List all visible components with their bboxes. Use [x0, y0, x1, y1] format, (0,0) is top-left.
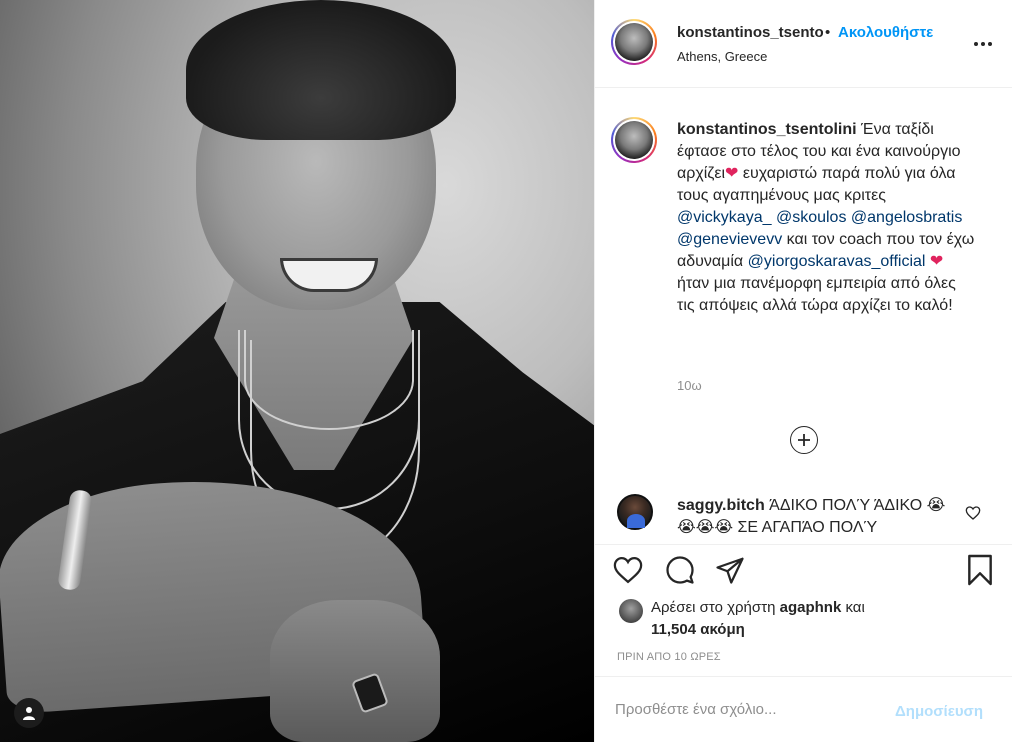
- photo-hand: [270, 600, 440, 742]
- caption-username[interactable]: konstantinos_tsentolini: [677, 121, 857, 138]
- commenter-avatar[interactable]: [617, 494, 653, 530]
- post-location[interactable]: Athens, Greece: [677, 49, 767, 64]
- comment-input[interactable]: [615, 701, 885, 718]
- likes-prefix: Αρέσει στο χρήστη: [651, 599, 776, 616]
- post-actions: Αρέσει στο χρήστη agaphnk και 11,504 ακό…: [595, 544, 1012, 676]
- save-button[interactable]: [963, 553, 997, 587]
- author-avatar[interactable]: [611, 19, 657, 65]
- load-more-comments-button[interactable]: [790, 426, 818, 454]
- comment-like-icon[interactable]: [965, 505, 981, 521]
- liker-avatar[interactable]: [619, 599, 643, 623]
- caption-text: ήταν μια πανέμορφη εμπειρία από όλες τις…: [677, 275, 956, 314]
- plus-circle-icon: [798, 434, 810, 446]
- post-caption: konstantinos_tsentolini Ένα ταξίδι έφτασ…: [677, 119, 977, 317]
- follow-button[interactable]: Ακολουθήστε: [838, 24, 933, 41]
- user-tag-button[interactable]: [14, 698, 44, 728]
- post-header: konstantinos_tsentolini • Ακολουθήστε At…: [595, 0, 1012, 88]
- mention-link[interactable]: @vickykaya_: [677, 209, 772, 226]
- caption-author-avatar[interactable]: [611, 117, 657, 163]
- mention-link[interactable]: @genevievevv: [677, 231, 782, 248]
- mention-link[interactable]: @yiorgoskaravas_official: [748, 253, 926, 270]
- post-photo[interactable]: [0, 0, 594, 742]
- photo-hair: [186, 0, 456, 140]
- likes-count[interactable]: 11,504 ακόμη: [651, 621, 745, 638]
- user-tag-icon: [23, 707, 35, 720]
- heart-emoji: ❤: [929, 253, 944, 270]
- author-username[interactable]: konstantinos_tsentolini: [677, 24, 823, 41]
- comment: saggy.bitch ΆΔΙΚΟ ΠΟΛΎ ΆΔΙΚΟ 😭😭😭😭 ΣΕ ΑΓΑ…: [677, 495, 957, 539]
- mention-link[interactable]: @angelosbratis: [851, 209, 962, 226]
- publish-comment-button[interactable]: Δημοσίευση: [895, 703, 983, 720]
- share-button[interactable]: [713, 553, 747, 587]
- comment-button[interactable]: [663, 553, 697, 587]
- header-separator: •: [825, 24, 831, 41]
- likes-and: και: [845, 599, 865, 616]
- liker-username[interactable]: agaphnk: [780, 599, 842, 616]
- comment-icon: [666, 556, 694, 584]
- caption-timestamp[interactable]: 10ω: [677, 378, 702, 393]
- comment-username[interactable]: saggy.bitch: [677, 497, 765, 514]
- mention-link[interactable]: @skoulos: [776, 209, 847, 226]
- like-button[interactable]: [611, 553, 645, 587]
- more-options-icon[interactable]: [971, 34, 995, 54]
- share-icon: [716, 557, 744, 584]
- heart-icon: [613, 556, 643, 584]
- post-timestamp[interactable]: ΠΡΙΝ ΑΠΟ 10 ΩΡΕΣ: [617, 651, 721, 663]
- comments-area: konstantinos_tsentolini Ένα ταξίδι έφτασ…: [595, 89, 1012, 544]
- bookmark-icon: [968, 554, 992, 586]
- heart-emoji: ❤: [725, 165, 739, 182]
- likes-summary: Αρέσει στο χρήστη agaphnk και 11,504 ακό…: [651, 597, 951, 641]
- add-comment-bar: Δημοσίευση: [595, 676, 1012, 742]
- post-side-panel: konstantinos_tsentolini • Ακολουθήστε At…: [594, 0, 1012, 742]
